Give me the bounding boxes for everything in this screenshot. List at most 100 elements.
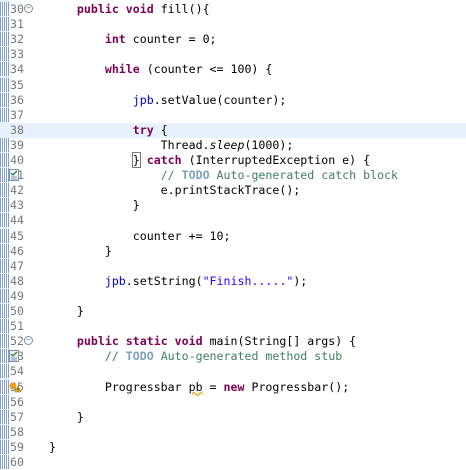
code-line[interactable]: 45 counter += 10; bbox=[0, 229, 466, 244]
line-number: 40 bbox=[10, 153, 24, 167]
code-text[interactable]: int counter = 0; bbox=[49, 32, 217, 47]
code-line[interactable]: 33 bbox=[0, 47, 466, 62]
code-text[interactable]: try { bbox=[49, 123, 168, 138]
code-text[interactable]: } bbox=[49, 198, 140, 213]
code-line[interactable]: 32 int counter = 0; bbox=[0, 32, 466, 47]
code-line[interactable]: 47 bbox=[0, 259, 466, 274]
task-marker-icon[interactable] bbox=[9, 169, 19, 182]
code-text[interactable]: // TODO Auto-generated method stub bbox=[49, 349, 342, 364]
code-line[interactable]: 52− public static void main(String[] arg… bbox=[0, 334, 466, 349]
code-token: public bbox=[76, 334, 119, 349]
collapse-icon[interactable]: − bbox=[24, 336, 33, 346]
code-line[interactable]: 44 bbox=[0, 213, 466, 228]
code-text[interactable]: } bbox=[49, 244, 112, 259]
code-text[interactable]: counter += 10; bbox=[49, 229, 231, 244]
line-number: 34 bbox=[10, 62, 24, 77]
code-line[interactable]: 57 } bbox=[0, 410, 466, 425]
code-text[interactable]: jpb.setString("Finish....."); bbox=[49, 274, 307, 289]
code-line[interactable]: 42 e.printStackTrace(); bbox=[0, 183, 466, 198]
code-line[interactable]: 60 bbox=[0, 455, 466, 470]
code-token: .setValue(counter); bbox=[153, 92, 287, 107]
code-line[interactable]: 43 } bbox=[0, 198, 466, 213]
code-token: e.printStackTrace(); bbox=[49, 183, 301, 198]
code-line[interactable]: 31 bbox=[0, 17, 466, 32]
line-number: 48 bbox=[10, 273, 24, 288]
code-line[interactable]: 36 jpb.setValue(counter); bbox=[0, 93, 466, 108]
line-number: 56 bbox=[10, 394, 24, 409]
line-number: 49 bbox=[10, 288, 24, 303]
code-token: TODO bbox=[181, 168, 210, 183]
code-text[interactable]: jpb.setValue(counter); bbox=[49, 92, 287, 108]
code-text[interactable]: while (counter <= 100) { bbox=[49, 62, 273, 77]
code-token: void bbox=[125, 2, 154, 16]
code-token: } bbox=[49, 243, 112, 258]
code-token: .setString( bbox=[125, 273, 203, 288]
code-line[interactable]: 49 bbox=[0, 289, 466, 304]
collapse-icon[interactable]: − bbox=[24, 4, 33, 13]
code-line[interactable]: 59} bbox=[0, 440, 466, 455]
line-number: 54 bbox=[10, 364, 24, 379]
code-token: Auto-generated method stub bbox=[153, 349, 343, 364]
code-line[interactable]: 51 bbox=[0, 319, 466, 334]
code-text[interactable]: } bbox=[49, 410, 84, 425]
code-token: fill(){ bbox=[153, 2, 210, 16]
line-number: 37 bbox=[10, 107, 24, 122]
code-line[interactable]: 46 } bbox=[0, 244, 466, 259]
code-token: "Finish....." bbox=[202, 273, 294, 288]
line-number: 35 bbox=[10, 77, 24, 92]
code-token: } bbox=[49, 439, 56, 454]
line-number: 39 bbox=[10, 137, 24, 152]
code-text[interactable]: Progressbar pb = new Progressbar(); bbox=[49, 380, 349, 395]
code-token: int bbox=[104, 32, 126, 47]
code-token: Progressbar bbox=[49, 379, 189, 394]
line-number: 43 bbox=[10, 198, 24, 213]
code-line[interactable]: 35 bbox=[0, 78, 466, 93]
code-token: } bbox=[49, 409, 84, 424]
code-line[interactable]: 39 Thread.sleep(1000); bbox=[0, 138, 466, 153]
task-marker-icon[interactable] bbox=[9, 350, 19, 363]
code-token: ); bbox=[293, 273, 308, 288]
code-line[interactable]: 53 // TODO Auto-generated method stub bbox=[0, 349, 466, 364]
code-editor[interactable]: 30− public void fill(){31 32 int counter … bbox=[0, 0, 466, 469]
line-number: 32 bbox=[10, 32, 24, 47]
code-line[interactable]: 58 bbox=[0, 425, 466, 440]
code-line[interactable]: 40 } catch (InterruptedException e) { bbox=[0, 152, 466, 168]
line-number: 51 bbox=[10, 319, 24, 334]
code-text[interactable]: } catch (InterruptedException e) { bbox=[49, 152, 370, 168]
code-token: } bbox=[131, 152, 141, 168]
line-number: 33 bbox=[10, 47, 24, 62]
code-text[interactable]: public static void main(String[] args) { bbox=[49, 334, 356, 349]
line-number: 31 bbox=[10, 17, 24, 32]
code-token: (counter <= 100) { bbox=[139, 62, 273, 77]
code-line[interactable]: 38 try { bbox=[0, 122, 466, 138]
code-text[interactable]: } bbox=[49, 304, 84, 319]
code-text[interactable]: public void fill(){ bbox=[49, 2, 210, 17]
code-line[interactable]: 37 bbox=[0, 108, 466, 123]
code-line[interactable]: 34 while (counter <= 100) { bbox=[0, 62, 466, 77]
warning-marker-icon[interactable] bbox=[9, 381, 22, 393]
code-token: } bbox=[49, 304, 84, 318]
line-number: 59 bbox=[10, 439, 24, 454]
code-text[interactable]: } bbox=[49, 440, 56, 455]
code-line[interactable]: 41 // TODO Auto-generated catch block bbox=[0, 168, 466, 183]
line-number: 38 bbox=[10, 122, 24, 137]
code-line[interactable]: 54 bbox=[0, 364, 466, 379]
code-token: sleep bbox=[209, 137, 245, 152]
code-text[interactable]: Thread.sleep(1000); bbox=[49, 137, 294, 153]
line-number: 42 bbox=[10, 183, 24, 198]
line-number: 44 bbox=[10, 213, 24, 228]
code-token: Thread. bbox=[49, 137, 210, 152]
code-line[interactable]: 55 Progressbar pb = new Progressbar(); bbox=[0, 380, 466, 395]
code-line[interactable]: 30− public void fill(){ bbox=[0, 2, 466, 17]
code-line[interactable]: 48 jpb.setString("Finish....."); bbox=[0, 274, 466, 289]
code-text[interactable]: e.printStackTrace(); bbox=[49, 183, 301, 198]
code-text[interactable]: // TODO Auto-generated catch block bbox=[49, 168, 398, 183]
code-line[interactable]: 56 bbox=[0, 395, 466, 410]
code-line[interactable]: 50 } bbox=[0, 304, 466, 319]
code-token: = bbox=[202, 379, 224, 394]
